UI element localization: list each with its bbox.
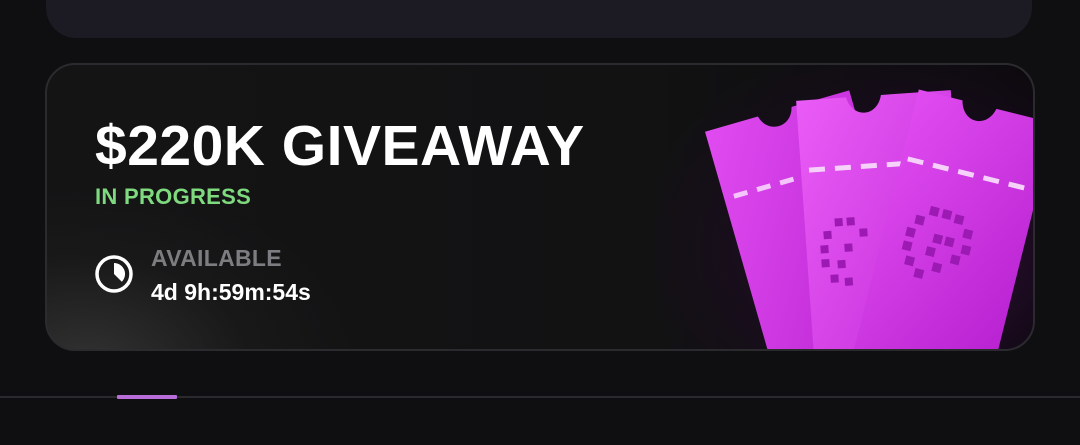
clock-icon <box>95 255 133 293</box>
availability-label: AVAILABLE <box>151 245 282 271</box>
status-badge: IN PROGRESS <box>95 184 252 209</box>
giveaway-title: $220K GIVEAWAY <box>95 114 585 178</box>
active-tab-indicator <box>117 395 177 399</box>
page: $220K GIVEAWAY IN PROGRESS AVAILABLE 4d … <box>0 0 1080 445</box>
giveaway-card[interactable]: $220K GIVEAWAY IN PROGRESS AVAILABLE 4d … <box>45 63 1035 351</box>
previous-card[interactable] <box>46 0 1032 38</box>
tickets-illustration <box>705 89 1033 349</box>
countdown-timer: 4d 9h:59m:54s <box>151 279 311 305</box>
